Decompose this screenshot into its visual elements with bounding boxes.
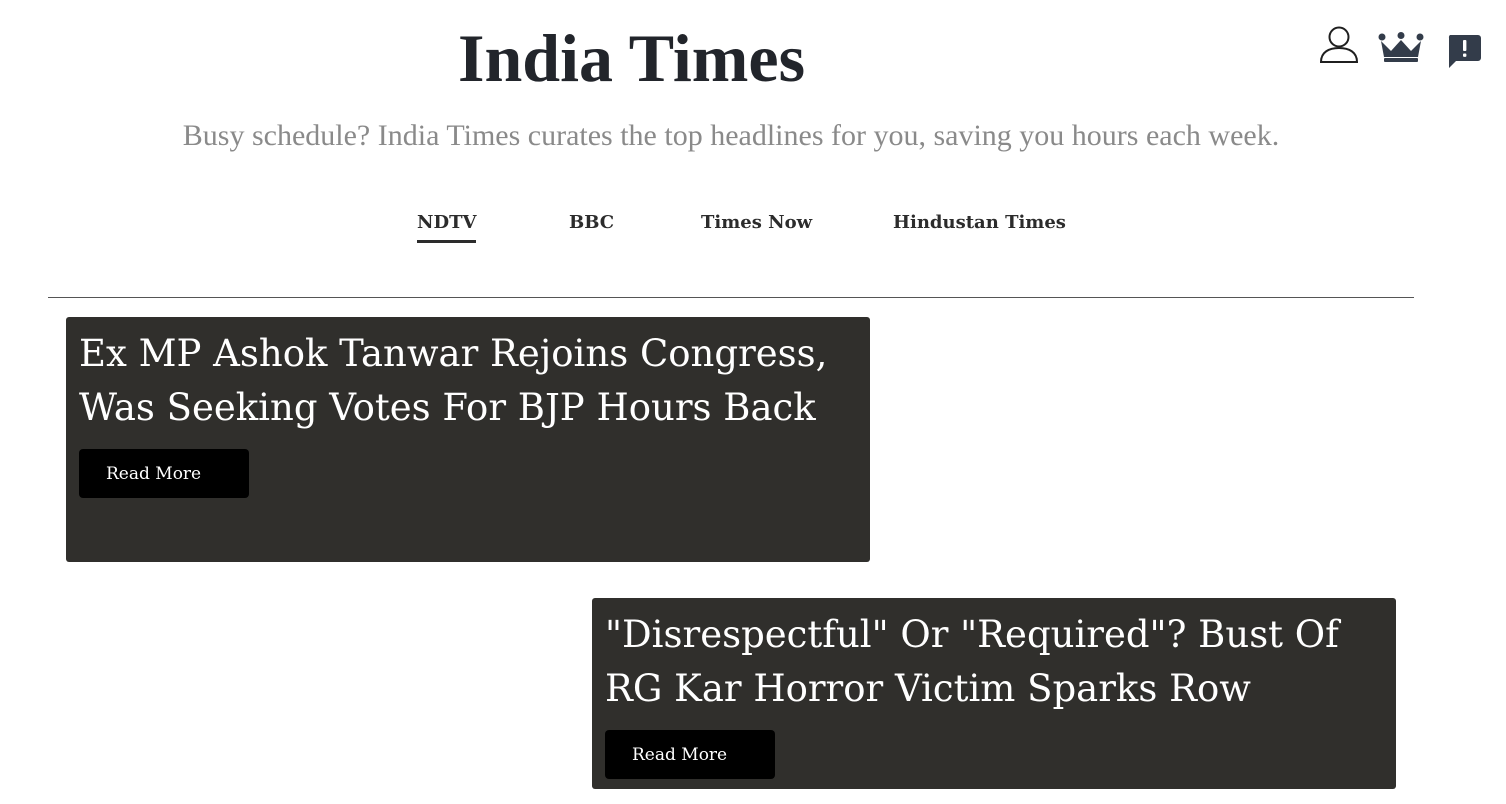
- news-headline: Ex MP Ashok Tanwar Rejoins Congress, Was…: [79, 332, 828, 429]
- site-title: India Times: [458, 20, 806, 96]
- site-tagline: Busy schedule? India Times curates the t…: [182, 119, 1280, 152]
- tab-ndtv[interactable]: NDTV: [417, 210, 477, 243]
- crown-icon[interactable]: [1378, 32, 1424, 64]
- header-divider: [48, 297, 1414, 298]
- user-icon[interactable]: [1318, 24, 1360, 66]
- news-card: "Disrespectful" Or "Required"? Bust Of R…: [592, 598, 1396, 789]
- tab-bbc[interactable]: BBC: [569, 210, 614, 240]
- news-card: Ex MP Ashok Tanwar Rejoins Congress, Was…: [66, 317, 870, 562]
- read-more-button[interactable]: Read More: [605, 730, 775, 779]
- read-more-button[interactable]: Read More: [79, 449, 249, 498]
- tab-hindustan-times[interactable]: Hindustan Times: [893, 210, 1066, 240]
- feedback-icon[interactable]: [1446, 33, 1482, 69]
- tab-times-now[interactable]: Times Now: [701, 210, 812, 240]
- news-headline: "Disrespectful" Or "Required"? Bust Of R…: [605, 613, 1339, 710]
